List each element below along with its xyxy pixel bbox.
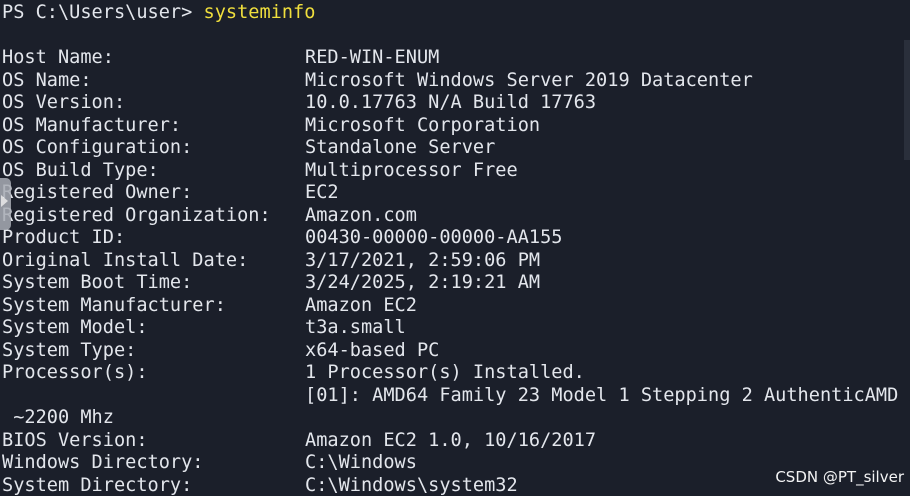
output-row: System Directory: C:\Windows\system32: [0, 475, 910, 496]
output-key: System Manufacturer:: [2, 294, 226, 316]
output-key: OS Name:: [2, 69, 92, 91]
output-key: System Type:: [2, 339, 137, 361]
output-value: 1 Processor(s) Installed.: [305, 362, 585, 383]
output-key: OS Version:: [2, 92, 126, 113]
watermark: CSDN @PT_silver: [775, 468, 904, 486]
scrollbar[interactable]: [904, 0, 910, 496]
output-row: OS Manufacturer: Microsoft Corporation: [0, 115, 910, 138]
side-panel-toggle[interactable]: [0, 178, 11, 230]
output-value: Microsoft Windows Server 2019 Datacenter: [305, 69, 753, 91]
scrollbar-thumb[interactable]: [904, 40, 910, 160]
output-row: System Boot Time: 3/24/2025, 2:19:21 AM: [0, 272, 910, 295]
output-row: ~2200 Mhz: [0, 407, 910, 430]
output-row: Processor(s): 1 Processor(s) Installed.: [0, 362, 910, 385]
output-value: EC2: [305, 182, 339, 203]
output-value: Amazon EC2 1.0, 10/16/2017: [305, 429, 597, 451]
output-value: 00430-00000-00000-AA155: [305, 227, 563, 248]
output-value: Standalone Server: [305, 137, 496, 158]
output-value: 3/24/2025, 2:19:21 AM: [305, 272, 541, 293]
output-key: Registered Organization:: [2, 204, 271, 226]
output-key: Registered Owner:: [2, 182, 193, 203]
output-value: Amazon EC2: [305, 294, 417, 316]
output-key: BIOS Version:: [2, 429, 148, 451]
output-value: Amazon.com: [305, 204, 417, 226]
output-row: Windows Directory: C:\Windows: [0, 452, 910, 475]
output-value: RED-WIN-ENUM: [305, 47, 440, 68]
output-row: BIOS Version: Amazon EC2 1.0, 10/16/2017: [0, 430, 910, 453]
output-value: [01]: AMD64 Family 23 Model 1 Stepping 2…: [305, 384, 899, 406]
output-key: System Directory:: [2, 474, 193, 496]
output-row: OS Name: Microsoft Windows Server 2019 Da…: [0, 70, 910, 93]
command-text: systeminfo: [203, 2, 316, 23]
output-key: OS Configuration:: [2, 137, 193, 158]
output-key: Host Name:: [2, 47, 114, 68]
output-row: System Type: x64-based PC: [0, 340, 910, 363]
prompt-text: PS C:\Users\user>: [2, 2, 204, 23]
expand-arrow-icon: [1, 195, 8, 207]
output-value: C:\Windows\system32: [305, 474, 518, 496]
output-key: System Model:: [2, 317, 148, 338]
output-value: x64-based PC: [305, 339, 440, 361]
output-key: Original Install Date:: [2, 249, 249, 271]
output-key: OS Build Type:: [2, 159, 159, 181]
output-value: Multiprocessor Free: [305, 159, 518, 181]
output-row: Registered Owner: EC2: [0, 182, 910, 205]
output-row: OS Configuration: Standalone Server: [0, 137, 910, 160]
output-row: OS Version: 10.0.17763 N/A Build 17763: [0, 92, 910, 115]
terminal-window[interactable]: PS C:\Users\user> systeminfo Host Name: R…: [0, 0, 910, 496]
output-row: Product ID: 00430-00000-00000-AA155: [0, 227, 910, 250]
output-value: C:\Windows: [305, 452, 417, 473]
output-key: OS Manufacturer:: [2, 114, 182, 136]
output-value: Microsoft Corporation: [305, 114, 541, 136]
output-row: Original Install Date: 3/17/2021, 2:59:06…: [0, 250, 910, 273]
output-key: Processor(s):: [2, 362, 148, 383]
output-value: 10.0.17763 N/A Build 17763: [305, 92, 597, 113]
output-row: System Manufacturer: Amazon EC2: [0, 295, 910, 318]
output-row: Host Name: RED-WIN-ENUM: [0, 47, 910, 70]
output-value: t3a.small: [305, 317, 406, 338]
prompt-line: PS C:\Users\user> systeminfo: [2, 2, 315, 25]
output-continuation: ~2200 Mhz: [2, 407, 114, 428]
systeminfo-output: Host Name: RED-WIN-ENUM OS Name: Microsoft …: [0, 47, 910, 496]
output-value: 3/17/2021, 2:59:06 PM: [305, 249, 541, 271]
output-key: System Boot Time:: [2, 272, 193, 293]
output-key: Windows Directory:: [2, 452, 204, 473]
output-row: [01]: AMD64 Family 23 Model 1 Stepping 2…: [0, 385, 910, 408]
output-row: OS Build Type: Multiprocessor Free: [0, 160, 910, 183]
output-row: System Model: t3a.small: [0, 317, 910, 340]
output-key: Product ID:: [2, 227, 126, 248]
output-row: Registered Organization: Amazon.com: [0, 205, 910, 228]
